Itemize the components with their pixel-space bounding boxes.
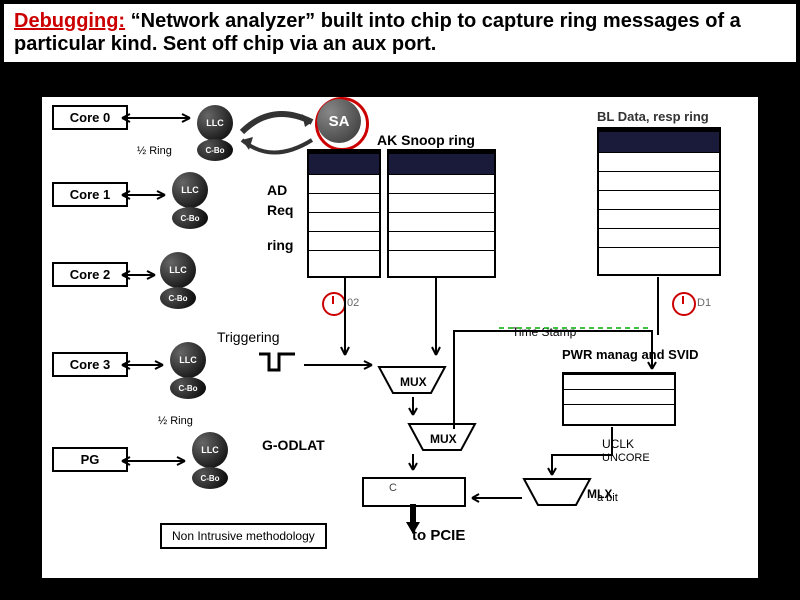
connector-line <box>452 329 662 439</box>
double-arrow-icon <box>120 455 190 467</box>
ring-label: ring <box>267 237 293 253</box>
capture-buffer-2 <box>387 149 496 278</box>
llc-node-2: LLC <box>160 252 196 288</box>
double-arrow-icon <box>120 269 160 281</box>
llc-node-3: LLC <box>170 342 206 378</box>
godlat-label: G-ODLAT <box>262 437 325 453</box>
half-ring-label-2: ½ Ring <box>158 415 193 427</box>
core-2-box: Core 2 <box>52 262 128 287</box>
ad-label: AD <box>267 182 287 198</box>
flow-arrow-big <box>404 502 422 537</box>
trigger-pulse-icon <box>257 352 297 372</box>
cursor-indicator: C <box>389 482 397 494</box>
header: Debugging: “Network analyzer” built into… <box>2 2 798 64</box>
non-intrusive-box: Non Intrusive methodology <box>160 523 327 549</box>
capture-buffer-3 <box>597 127 721 276</box>
cbo-node-1: C-Bo <box>172 207 208 229</box>
clock-icon-2 <box>672 292 696 316</box>
double-arrow-icon <box>120 359 168 371</box>
header-title: Debugging: <box>14 10 125 32</box>
connector-line <box>467 492 527 504</box>
core-1-box: Core 1 <box>52 182 128 207</box>
cbo-node-4: C-Bo <box>192 467 228 489</box>
cbo-node-0: C-Bo <box>197 139 233 161</box>
core-0-box: Core 0 <box>52 105 128 130</box>
triggering-label: Triggering <box>217 329 280 345</box>
diagram-canvas: Core 0 Core 1 Core 2 Core 3 PG LLC C-Bo … <box>40 95 760 580</box>
half-ring-label-1: ½ Ring <box>137 145 172 157</box>
flow-arrow <box>407 452 419 478</box>
flow-arrow <box>339 275 351 365</box>
trigger-arrow <box>302 357 382 372</box>
connector-line <box>542 425 622 480</box>
req-label: Req <box>267 202 293 218</box>
flow-arrow <box>430 275 442 365</box>
bl-data-label: BL Data, resp ring <box>597 109 709 124</box>
cbo-node-3: C-Bo <box>170 377 206 399</box>
llc-node-0: LLC <box>197 105 233 141</box>
ak-snoop-label: AK Snoop ring <box>377 132 475 148</box>
mlx-shape <box>522 477 592 507</box>
core-3-box: Core 3 <box>52 352 128 377</box>
llc-node-1: LLC <box>172 172 208 208</box>
pg-box: PG <box>52 447 128 472</box>
ring-arrow-top2 <box>237 135 317 165</box>
mlx-label: MLX <box>587 487 612 501</box>
flow-arrow <box>407 395 419 423</box>
llc-node-4: LLC <box>192 432 228 468</box>
sa-label: SA <box>329 113 350 130</box>
double-arrow-icon <box>120 189 170 201</box>
capture-buffer-1 <box>307 149 381 278</box>
clock-label-2: D1 <box>697 297 711 309</box>
mux-label-1: MUX <box>400 375 427 389</box>
sa-node: SA <box>317 99 361 143</box>
cbo-node-2: C-Bo <box>160 287 196 309</box>
double-arrow-icon <box>120 112 195 124</box>
